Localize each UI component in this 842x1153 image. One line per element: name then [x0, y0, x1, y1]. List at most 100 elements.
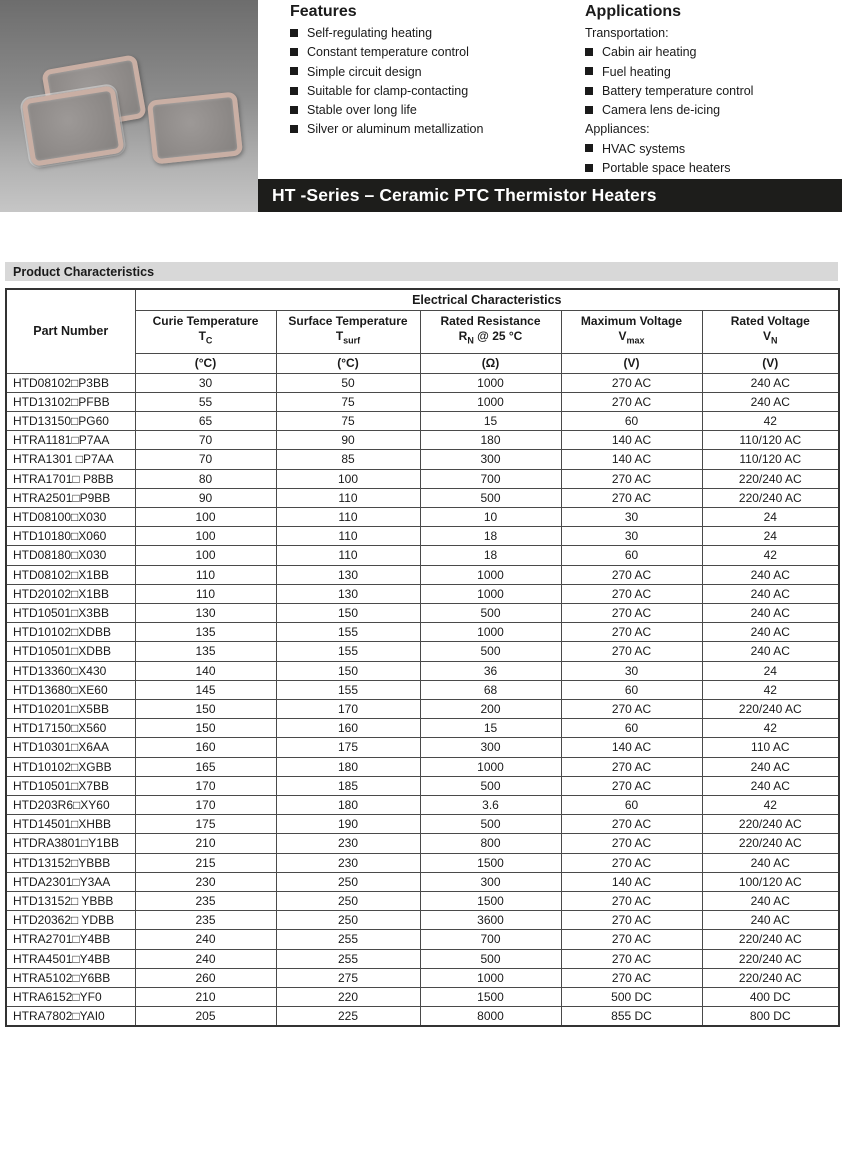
value-cell: 110 AC — [702, 738, 839, 757]
feature-label: Suitable for clamp-contacting — [307, 82, 468, 101]
bullet-square-icon — [585, 164, 593, 172]
value-cell: 8000 — [420, 1007, 561, 1027]
value-cell: 70 — [135, 450, 276, 469]
part-number-cell: HTRA1301 □P7AA — [6, 450, 135, 469]
value-cell: 60 — [561, 546, 702, 565]
list-item: Suitable for clamp-contacting — [290, 82, 570, 101]
value-cell: 220 — [276, 988, 420, 1007]
part-number-cell: HTD08100□X030 — [6, 507, 135, 526]
value-cell: 3600 — [420, 911, 561, 930]
value-cell: 130 — [135, 603, 276, 622]
product-characteristics-table: Part Number Electrical Characteristics C… — [5, 288, 840, 1027]
value-cell: 270 AC — [561, 891, 702, 910]
value-cell: 230 — [276, 834, 420, 853]
value-cell: 180 — [276, 757, 420, 776]
value-cell: 270 AC — [561, 911, 702, 930]
value-cell: 270 AC — [561, 776, 702, 795]
part-number-cell: HTD13102□PFBB — [6, 392, 135, 411]
application-group-label: Transportation: — [585, 24, 840, 43]
value-cell: 100 — [276, 469, 420, 488]
table-row: HTD13152□ YBBB2352501500270 AC240 AC — [6, 891, 839, 910]
value-cell: 255 — [276, 949, 420, 968]
value-cell: 270 AC — [561, 623, 702, 642]
value-cell: 1500 — [420, 988, 561, 1007]
value-cell: 3.6 — [420, 795, 561, 814]
list-item: Constant temperature control — [290, 43, 570, 62]
part-number-cell: HTD20102□X1BB — [6, 584, 135, 603]
table-row: HTRA1701□ P8BB80100700270 AC220/240 AC — [6, 469, 839, 488]
value-cell: 1000 — [420, 968, 561, 987]
value-cell: 240 AC — [702, 584, 839, 603]
value-cell: 170 — [135, 795, 276, 814]
value-cell: 220/240 AC — [702, 488, 839, 507]
part-number-cell: HTRA2701□Y4BB — [6, 930, 135, 949]
value-cell: 300 — [420, 450, 561, 469]
ptc-chip-front — [21, 85, 124, 167]
ptc-chip-right — [147, 91, 243, 164]
series-title-banner: HT -Series – Ceramic PTC Thermistor Heat… — [258, 179, 842, 212]
list-item: Cabin air heating — [585, 43, 840, 62]
part-number-cell: HTD10301□X6AA — [6, 738, 135, 757]
bullet-square-icon — [290, 125, 298, 133]
part-number-cell: HTD08102□X1BB — [6, 565, 135, 584]
bullet-square-icon — [290, 48, 298, 56]
value-cell: 270 AC — [561, 968, 702, 987]
value-cell: 205 — [135, 1007, 276, 1027]
value-cell: 1000 — [420, 565, 561, 584]
list-item: Simple circuit design — [290, 63, 570, 82]
value-cell: 240 AC — [702, 603, 839, 622]
value-cell: 60 — [561, 795, 702, 814]
value-cell: 24 — [702, 527, 839, 546]
value-cell: 140 AC — [561, 431, 702, 450]
value-cell: 1000 — [420, 373, 561, 392]
application-label: Cabin air heating — [602, 43, 697, 62]
value-cell: 110 — [135, 584, 276, 603]
value-cell: 42 — [702, 546, 839, 565]
table-row: HTD10501□X7BB170185500270 AC240 AC — [6, 776, 839, 795]
value-cell: 230 — [276, 853, 420, 872]
value-cell: 42 — [702, 411, 839, 430]
value-cell: 275 — [276, 968, 420, 987]
table-row: HTRA1301 □P7AA7085300140 AC110/120 AC — [6, 450, 839, 469]
value-cell: 100 — [135, 546, 276, 565]
feature-label: Constant temperature control — [307, 43, 469, 62]
table-row: HTD10501□XDBB135155500270 AC240 AC — [6, 642, 839, 661]
value-cell: 155 — [276, 642, 420, 661]
value-cell: 700 — [420, 930, 561, 949]
value-cell: 10 — [420, 507, 561, 526]
value-cell: 400 DC — [702, 988, 839, 1007]
value-cell: 155 — [276, 680, 420, 699]
value-cell: 220/240 AC — [702, 930, 839, 949]
feature-label: Stable over long life — [307, 101, 417, 120]
value-cell: 240 AC — [702, 565, 839, 584]
table-row: HTRA6152□YF02102201500500 DC400 DC — [6, 988, 839, 1007]
table-row: HTD10301□X6AA160175300140 AC110 AC — [6, 738, 839, 757]
value-cell: 85 — [276, 450, 420, 469]
value-cell: 220/240 AC — [702, 968, 839, 987]
list-item: Self-regulating heating — [290, 24, 570, 43]
table-row: HTD10102□XGBB1651801000270 AC240 AC — [6, 757, 839, 776]
value-cell: 500 DC — [561, 988, 702, 1007]
value-cell: 30 — [135, 373, 276, 392]
value-cell: 270 AC — [561, 834, 702, 853]
value-cell: 220/240 AC — [702, 815, 839, 834]
value-cell: 24 — [702, 507, 839, 526]
group-header-row: Part Number Electrical Characteristics — [6, 289, 839, 310]
bullet-square-icon — [290, 67, 298, 75]
value-cell: 24 — [702, 661, 839, 680]
section-title: Product Characteristics — [13, 265, 154, 279]
table-row: HTD13680□XE60145155686042 — [6, 680, 839, 699]
part-number-cell: HTD14501□XHBB — [6, 815, 135, 834]
part-number-cell: HTD20362□ YDBB — [6, 911, 135, 930]
bullet-square-icon — [290, 29, 298, 37]
value-cell: 210 — [135, 988, 276, 1007]
applications-list-transportation: Cabin air heating Fuel heating Battery t… — [585, 43, 840, 120]
value-cell: 215 — [135, 853, 276, 872]
value-cell: 75 — [276, 392, 420, 411]
value-cell: 165 — [135, 757, 276, 776]
table-row: HTD08102□P3BB30501000270 AC240 AC — [6, 373, 839, 392]
part-number-cell: HTD13152□YBBB — [6, 853, 135, 872]
value-cell: 240 AC — [702, 623, 839, 642]
bullet-square-icon — [585, 106, 593, 114]
value-cell: 100 — [135, 527, 276, 546]
